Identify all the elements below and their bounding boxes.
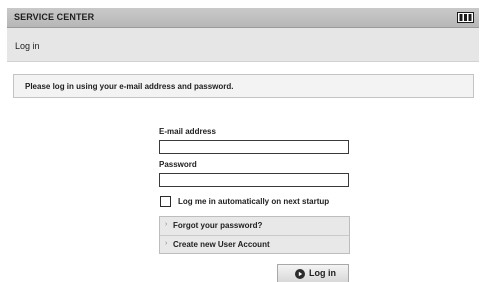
forgot-password-link[interactable]: › Forgot your password?: [160, 217, 349, 235]
info-message-box: Please log in using your e-mail address …: [13, 74, 474, 98]
play-circle-icon: [295, 269, 305, 279]
create-account-label: Create new User Account: [173, 240, 270, 249]
autologin-checkbox[interactable]: [160, 196, 171, 207]
login-button-label: Log in: [309, 268, 336, 278]
title-bar: SERVICE CENTER: [7, 8, 479, 28]
email-field[interactable]: [159, 140, 349, 154]
password-field[interactable]: [159, 173, 349, 187]
app-title: SERVICE CENTER: [14, 12, 95, 22]
create-account-link[interactable]: › Create new User Account: [160, 236, 349, 254]
login-button[interactable]: Log in: [277, 264, 349, 282]
page-title: Log in: [15, 41, 40, 51]
info-message-text: Please log in using your e-mail address …: [25, 82, 234, 91]
native-instruments-logo-icon: [457, 12, 474, 23]
autologin-label[interactable]: Log me in automatically on next startup: [178, 197, 329, 206]
account-links-panel: › Forgot your password? › Create new Use…: [159, 216, 350, 254]
password-label: Password: [159, 160, 197, 169]
forgot-password-label: Forgot your password?: [173, 221, 263, 230]
chevron-right-icon: ›: [165, 221, 168, 228]
email-label: E-mail address: [159, 127, 216, 136]
chevron-right-icon: ›: [165, 240, 168, 247]
page-header: Log in: [7, 28, 479, 62]
